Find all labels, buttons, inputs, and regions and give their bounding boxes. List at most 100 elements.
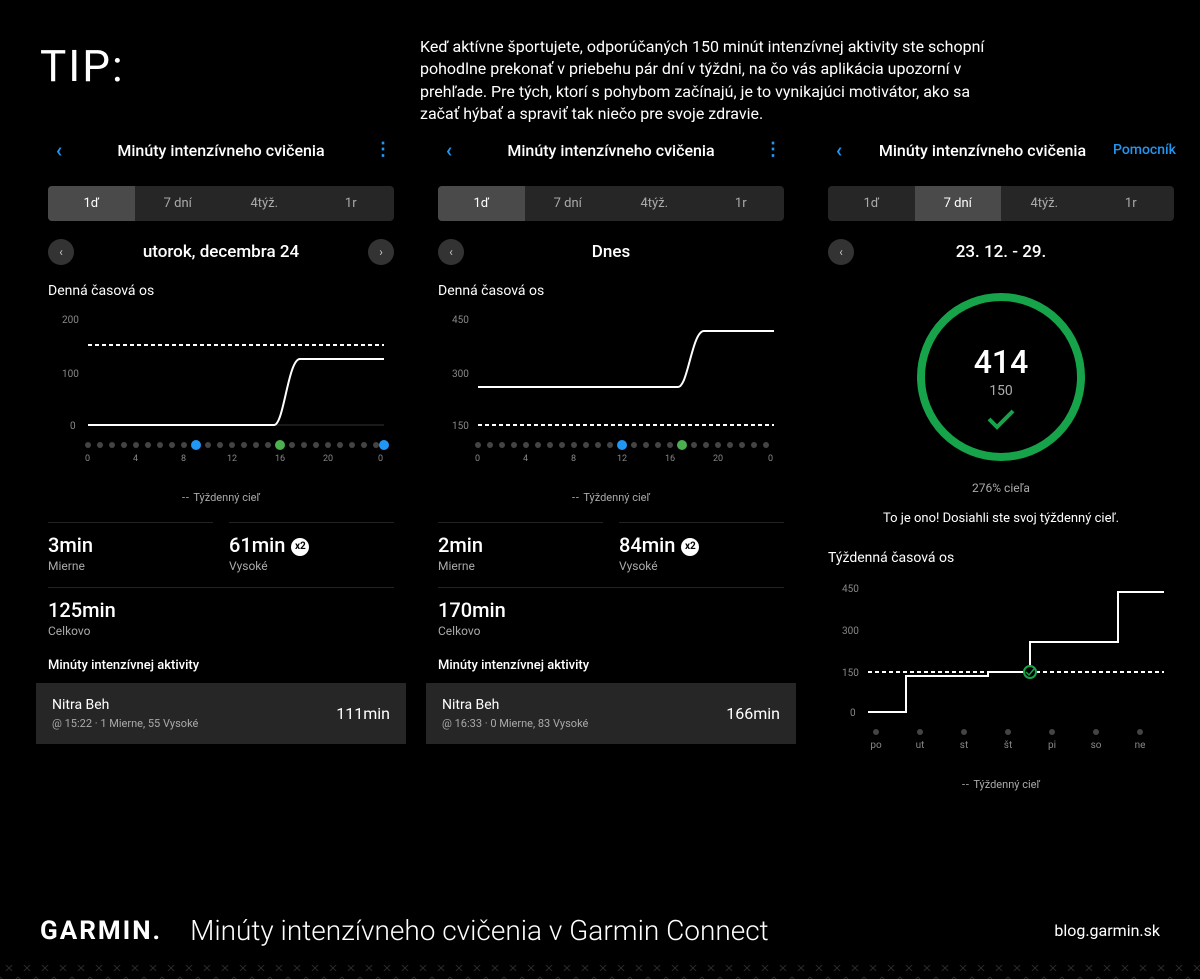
tab-1d[interactable]: 1ď — [828, 186, 915, 221]
activity-minutes: 166min — [726, 704, 780, 723]
panel-title: Minúty intenzívneho cvičenia — [462, 141, 760, 160]
range-tabs: 1ď 7 dní 4týž. 1r — [828, 186, 1174, 221]
total-stat: 125min Celkovo — [48, 587, 394, 648]
tab-1d[interactable]: 1ď — [48, 186, 135, 221]
svg-text:8: 8 — [181, 454, 186, 464]
vigorous-stat: 84minx2 Vysoké — [619, 522, 784, 583]
tab-1y[interactable]: 1r — [1088, 186, 1175, 221]
prev-day-button[interactable]: ‹ — [48, 239, 74, 265]
panel-week: ‹ Minúty intenzívneho cvičenia Pomocník … — [816, 122, 1186, 805]
activity-item[interactable]: Nitra Beh @ 16:33 · 0 Mierne, 83 Vysoké … — [426, 683, 796, 744]
activity-item[interactable]: Nitra Beh @ 15:22 · 1 Mierne, 55 Vysoké … — [36, 683, 406, 744]
panel-title: Minúty intenzívneho cvičenia — [72, 141, 370, 160]
timeline-heading: Denná časová os — [426, 283, 796, 309]
tab-4w[interactable]: 4týž. — [221, 186, 308, 221]
x2-badge-icon: x2 — [681, 538, 699, 556]
svg-text:150: 150 — [842, 668, 859, 679]
panel-day-1: ‹ Minúty intenzívneho cvičenia ⋮ 1ď 7 dn… — [36, 122, 406, 805]
svg-text:150: 150 — [989, 383, 1013, 399]
svg-text:4: 4 — [523, 454, 528, 464]
svg-text:st: st — [960, 740, 968, 751]
more-menu-icon[interactable]: ⋮ — [370, 147, 396, 153]
tab-4w[interactable]: 4týž. — [611, 186, 698, 221]
svg-text:300: 300 — [842, 626, 859, 637]
tab-1y[interactable]: 1r — [698, 186, 785, 221]
chart-legend: - - Týždenný cieľ — [816, 770, 1186, 805]
week-timeline-heading: Týždenná časová os — [816, 550, 1186, 576]
more-menu-icon[interactable]: ⋮ — [760, 147, 786, 153]
timeline-heading: Denná časová os — [36, 283, 406, 309]
activity-meta: @ 16:33 · 0 Mierne, 83 Vysoké — [442, 717, 726, 730]
activity-name: Nitra Beh — [442, 697, 726, 713]
svg-text:414: 414 — [974, 343, 1029, 381]
svg-text:pi: pi — [1048, 740, 1056, 751]
moderate-stat: 3min Mierne — [48, 522, 213, 583]
svg-text:0: 0 — [475, 454, 480, 464]
back-icon[interactable]: ‹ — [46, 138, 72, 162]
garmin-logo: GARMIN. — [40, 916, 162, 946]
svg-text:ne: ne — [1135, 740, 1146, 751]
activity-list-heading: Minúty intenzívnej aktivity — [36, 648, 406, 683]
chart-legend: - - Týždenný cieľ — [426, 483, 796, 518]
footer-title: Minúty intenzívneho cvičenia v Garmin Co… — [190, 914, 1026, 947]
zigzag-divider — [0, 965, 1200, 979]
tab-1y[interactable]: 1r — [308, 186, 395, 221]
check-icon — [989, 411, 1013, 427]
range-tabs: 1ď 7 dní 4týž. 1r — [438, 186, 784, 221]
back-icon[interactable]: ‹ — [826, 138, 852, 162]
help-link[interactable]: Pomocník — [1113, 142, 1176, 158]
svg-text:12: 12 — [617, 454, 627, 464]
svg-text:0: 0 — [85, 454, 90, 464]
panel-day-2: ‹ Minúty intenzívneho cvičenia ⋮ 1ď 7 dn… — [426, 122, 796, 805]
date-label: utorok, decembra 24 — [74, 242, 368, 262]
svg-text:200: 200 — [62, 315, 79, 326]
tab-4w[interactable]: 4týž. — [1001, 186, 1088, 221]
activity-list-heading: Minúty intenzívnej aktivity — [426, 648, 796, 683]
goal-achieved-message: To je ono! Dosiahli ste svoj týždenný ci… — [863, 511, 1139, 526]
daily-chart: 200 100 0 — [36, 309, 406, 473]
tab-7d[interactable]: 7 dní — [915, 186, 1002, 221]
blog-url-label: blog.garmin.sk — [1054, 921, 1160, 940]
vigorous-stat: 61minx2 Vysoké — [229, 522, 394, 583]
prev-day-button[interactable]: ‹ — [438, 239, 464, 265]
tip-heading: TIP: — [40, 40, 125, 92]
tab-1d[interactable]: 1ď — [438, 186, 525, 221]
svg-text:št: št — [1004, 740, 1012, 751]
svg-text:8: 8 — [571, 454, 576, 464]
panel-title: Minúty intenzívneho cvičenia — [852, 141, 1113, 160]
svg-text:16: 16 — [665, 454, 675, 464]
x2-badge-icon: x2 — [291, 538, 309, 556]
svg-text:0: 0 — [378, 454, 383, 464]
next-day-button[interactable]: › — [368, 239, 394, 265]
svg-text:150: 150 — [452, 421, 469, 432]
goal-percent: 276% cieľa — [972, 481, 1030, 495]
tip-body: Keď aktívne športujete, odporúčaných 150… — [420, 36, 1000, 126]
activity-name: Nitra Beh — [52, 697, 336, 713]
svg-text:16: 16 — [275, 454, 285, 464]
tab-7d[interactable]: 7 dní — [135, 186, 222, 221]
date-range-label: 23. 12. - 29. — [854, 242, 1148, 262]
total-stat: 170min Celkovo — [438, 587, 784, 648]
date-label: Dnes — [464, 242, 758, 262]
svg-text:450: 450 — [452, 315, 469, 326]
svg-text:100: 100 — [62, 369, 79, 380]
activity-meta: @ 15:22 · 1 Mierne, 55 Vysoké — [52, 717, 336, 730]
svg-text:20: 20 — [323, 454, 333, 464]
back-icon[interactable]: ‹ — [436, 138, 462, 162]
weekly-chart: 450 300 150 0 poutst štpisone — [816, 576, 1186, 760]
svg-text:0: 0 — [70, 421, 76, 432]
svg-text:0: 0 — [768, 454, 773, 464]
svg-text:po: po — [870, 740, 882, 751]
prev-week-button[interactable]: ‹ — [828, 239, 854, 265]
svg-text:300: 300 — [452, 369, 469, 380]
svg-text:12: 12 — [227, 454, 237, 464]
svg-text:20: 20 — [713, 454, 723, 464]
svg-text:0: 0 — [850, 708, 856, 719]
moderate-stat: 2min Mierne — [438, 522, 603, 583]
tab-7d[interactable]: 7 dní — [525, 186, 612, 221]
range-tabs: 1ď 7 dní 4týž. 1r — [48, 186, 394, 221]
svg-text:ut: ut — [916, 740, 925, 751]
activity-minutes: 111min — [336, 704, 390, 723]
svg-text:4: 4 — [133, 454, 138, 464]
progress-ring: 414 150 — [911, 287, 1091, 467]
